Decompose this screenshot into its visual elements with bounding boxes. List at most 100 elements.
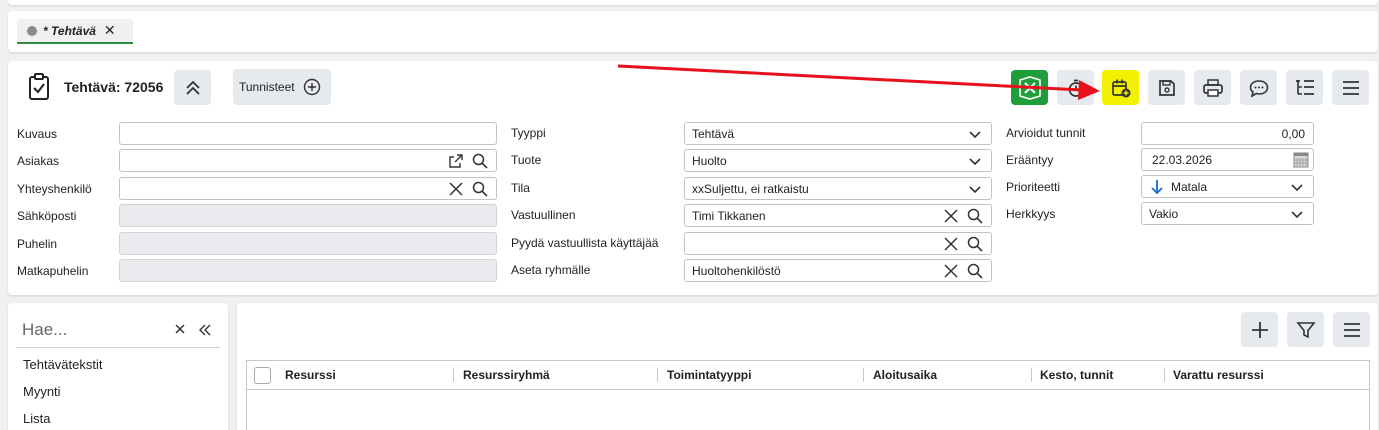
label-prioriteetti: Prioriteetti [1006, 180, 1061, 194]
task-form-panel: Tehtävä: 72056 Tunnisteet Kuvaus Asiakas… [8, 61, 1378, 295]
grid-header: Resurssi Resurssiryhmä Toimintatyyppi Al… [247, 361, 1369, 390]
label-herkkyys: Herkkyys [1006, 207, 1056, 221]
column-separator[interactable] [453, 368, 454, 382]
chevron-down-icon [967, 181, 983, 197]
column-header-kesto[interactable]: Kesto, tunnit [1032, 361, 1113, 389]
tags-button[interactable]: Tunnisteet [233, 69, 331, 105]
tab-tehtava[interactable]: * Tehtävä ✕ [17, 19, 133, 44]
nav-item-myynti[interactable]: Myynti [23, 384, 61, 399]
arrow-down-icon [1149, 179, 1165, 195]
timer-button[interactable] [1057, 70, 1094, 105]
label-tila: Tila [511, 181, 530, 195]
plus-icon [1251, 321, 1268, 338]
open-external-icon[interactable] [448, 153, 464, 169]
excel-icon [1018, 75, 1041, 100]
estimated-hours-field[interactable]: 0,00 [1141, 122, 1314, 145]
filter-button[interactable] [1287, 312, 1324, 347]
hamburger-menu-icon [1342, 80, 1359, 95]
clear-search-icon[interactable] [174, 323, 186, 335]
nav-item-tehtavatekstit[interactable]: Tehtävätekstit [23, 357, 103, 372]
search-icon[interactable] [472, 181, 488, 197]
priority-select[interactable]: Matala [1141, 175, 1314, 198]
tab-close-icon[interactable]: ✕ [104, 22, 116, 39]
collapse-panel-icon[interactable] [198, 323, 212, 337]
label-vastuullinen: Vastuullinen [511, 208, 576, 222]
search-icon[interactable] [967, 236, 983, 252]
unsaved-dot-icon [27, 25, 37, 36]
nav-search-input[interactable] [22, 318, 162, 342]
print-button[interactable] [1194, 70, 1231, 105]
description-field[interactable] [119, 122, 497, 145]
label-tyyppi: Tyyppi [511, 126, 546, 140]
column-header-resurssiryhma[interactable]: Resurssiryhmä [455, 361, 550, 389]
tab-label: * Tehtävä [43, 23, 96, 38]
customer-field[interactable] [119, 149, 497, 172]
label-sahkoposti: Sähköposti [17, 209, 77, 223]
chevron-down-icon [967, 126, 983, 142]
column-header-resurssi[interactable]: Resurssi [277, 361, 336, 389]
select-all-checkbox[interactable] [254, 367, 271, 384]
contact-person-field[interactable] [119, 177, 497, 200]
calendar-plus-icon [1111, 79, 1130, 97]
printer-icon [1202, 78, 1223, 97]
search-icon[interactable] [967, 208, 983, 224]
page-title: Tehtävä: 72056 [64, 79, 164, 95]
add-calendar-event-button[interactable] [1102, 70, 1139, 105]
chevron-down-icon [967, 153, 983, 169]
due-date-field[interactable]: 22.03.2026 [1141, 148, 1314, 171]
stopwatch-icon [1068, 79, 1083, 97]
calendar-picker-icon[interactable] [1293, 152, 1309, 168]
product-select[interactable]: Huolto [684, 149, 992, 172]
menu-button[interactable] [1332, 70, 1369, 105]
nav-item-lista[interactable]: Lista [23, 411, 50, 426]
chevron-down-icon [1289, 179, 1305, 195]
clear-icon[interactable] [943, 208, 959, 224]
responsible-field[interactable]: Timi Tikkanen [684, 204, 992, 227]
label-matkapuhelin: Matkapuhelin [17, 264, 89, 278]
add-row-button[interactable] [1241, 312, 1278, 347]
label-puhelin: Puhelin [17, 237, 58, 251]
search-icon[interactable] [967, 263, 983, 279]
label-kuvaus: Kuvaus [17, 127, 58, 141]
plus-circle-icon [303, 78, 320, 96]
left-nav-panel: Tehtävätekstit Myynti Lista [8, 303, 228, 430]
chevrons-up-icon [185, 80, 200, 95]
save-button[interactable] [1148, 70, 1185, 105]
floppy-disk-icon [1158, 79, 1175, 96]
hamburger-menu-icon [1343, 322, 1360, 337]
excel-button[interactable] [1011, 70, 1048, 105]
column-header-varattu-resurssi[interactable]: Varattu resurssi [1165, 361, 1264, 389]
chevron-down-icon [1289, 206, 1305, 222]
assign-group-field[interactable]: Huoltohenkilöstö [684, 259, 992, 282]
resource-panel: Resurssi Resurssiryhmä Toimintatyyppi Al… [237, 303, 1378, 430]
phone-field [119, 232, 497, 255]
column-separator[interactable] [657, 368, 658, 382]
tab-bar: * Tehtävä ✕ [8, 11, 1378, 52]
request-responsible-field[interactable] [684, 232, 992, 255]
comments-button[interactable] [1240, 70, 1277, 105]
grid-menu-button[interactable] [1333, 312, 1370, 347]
tags-label: Tunnisteet [239, 80, 295, 94]
label-aseta-ryhmalle: Aseta ryhmälle [511, 263, 591, 277]
column-header-toimintatyyppi[interactable]: Toimintatyyppi [659, 361, 751, 389]
sensitivity-select[interactable]: Vakio [1141, 202, 1314, 225]
status-select[interactable]: xxSuljettu, ei ratkaistu [684, 177, 992, 200]
search-icon[interactable] [472, 153, 488, 169]
tree-list-button[interactable] [1286, 70, 1323, 105]
label-yhteyshenkilo: Yhteyshenkilö [17, 182, 92, 196]
top-strip [8, 0, 1378, 5]
label-eraantyy: Erääntyy [1006, 153, 1054, 167]
column-header-aloitusaika[interactable]: Aloitusaika [865, 361, 937, 389]
clear-icon[interactable] [448, 181, 464, 197]
tree-list-icon [1295, 79, 1314, 95]
search-underline [16, 347, 220, 348]
label-arvioidut-tunnit: Arvioidut tunnit [1006, 126, 1086, 140]
resource-grid: Resurssi Resurssiryhmä Toimintatyyppi Al… [246, 360, 1370, 430]
clear-icon[interactable] [943, 263, 959, 279]
email-field [119, 204, 497, 227]
mobile-field [119, 259, 497, 282]
type-select[interactable]: Tehtävä [684, 122, 992, 145]
column-separator[interactable] [863, 368, 864, 382]
clear-icon[interactable] [943, 236, 959, 252]
collapse-header-button[interactable] [174, 70, 211, 105]
